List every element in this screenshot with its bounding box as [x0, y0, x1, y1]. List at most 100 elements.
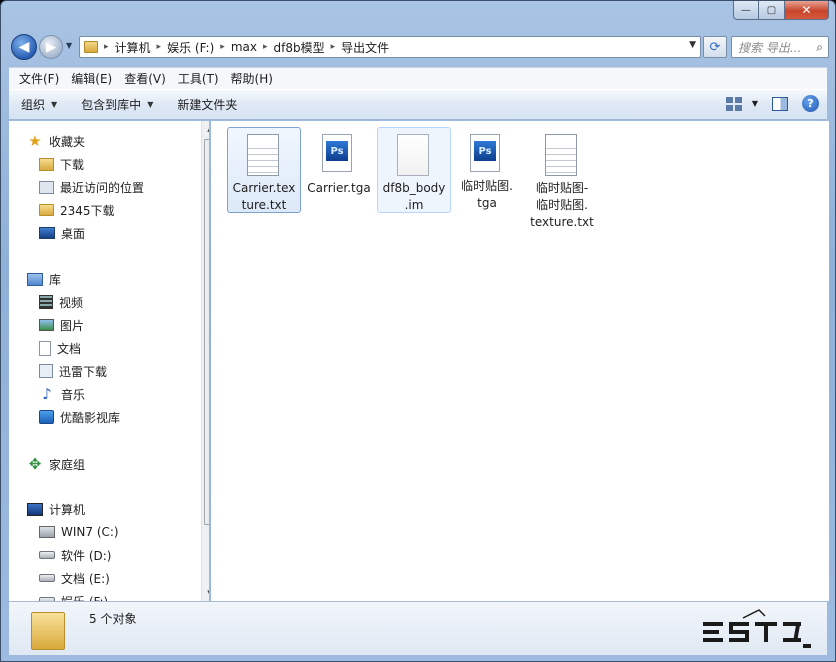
caption-buttons: — ▢ ✕ — [733, 1, 829, 21]
close-button[interactable]: ✕ — [785, 1, 829, 20]
file-name: df8b_body .im — [382, 181, 446, 212]
back-button[interactable]: ◀ — [11, 34, 37, 60]
recent-pages-dropdown[interactable]: ▼ — [66, 41, 72, 50]
refresh-button[interactable]: ⟳ — [703, 36, 727, 58]
sidebar-item-recent-places[interactable]: 最近访问的位置 — [39, 177, 144, 197]
sidebar-item-label: 文档 — [57, 341, 82, 356]
forward-button[interactable]: ▶ — [39, 35, 63, 59]
sidebar-item-label: 计算机 — [49, 502, 86, 517]
file-name: 临时贴图. tga — [461, 179, 513, 210]
menu-tools[interactable]: 工具(T) — [172, 70, 225, 87]
navigation-row: ◀ ▶ ▼ ▸ 计算机 ▸ 娱乐 (F:) ▸ max ▸ df8b模型 ▸ 导… — [9, 31, 829, 63]
grip-icon: ≡ — [208, 336, 209, 345]
file-item-carrier-texture-txt[interactable]: Carrier.tex ture.txt — [227, 127, 301, 213]
address-bar[interactable]: ▸ 计算机 ▸ 娱乐 (F:) ▸ max ▸ df8b模型 ▸ 导出文件 ▼ — [79, 36, 701, 58]
sidebar-item-downloads[interactable]: 下载 — [39, 154, 84, 174]
sidebar-item-computer[interactable]: 计算机 — [27, 499, 85, 519]
sidebar-item-desktop[interactable]: 桌面 — [39, 223, 85, 243]
breadcrumb-model[interactable]: df8b模型 — [270, 39, 329, 56]
photoshop-file-icon: Ps — [470, 134, 504, 174]
search-input[interactable]: 搜索 导出... ⌕ — [731, 36, 829, 58]
video-icon — [39, 295, 53, 309]
blank-file-icon — [397, 134, 431, 176]
chevron-down-icon: ▼ — [147, 100, 154, 109]
preview-pane-button[interactable] — [772, 96, 788, 111]
sidebar-item-label: 桌面 — [61, 226, 86, 241]
organize-button[interactable]: 组织 ▼ — [9, 96, 69, 113]
explorer-window: — ▢ ✕ ◀ ▶ ▼ ▸ 计算机 ▸ 娱乐 (F:) ▸ max ▸ df8b… — [0, 0, 836, 662]
folder-icon — [39, 204, 54, 216]
command-bar: 组织 ▼ 包含到库中 ▼ 新建文件夹 ▼ ? — [9, 89, 827, 120]
sidebar-item-xunlei-downloads[interactable]: 迅雷下载 — [39, 361, 107, 381]
file-name: 临时贴图- 临时贴图. texture.txt — [530, 181, 594, 229]
sidebar-item-music[interactable]: ♪ 音乐 — [39, 384, 85, 404]
sidebar-item-youku-library[interactable]: 优酷影视库 — [39, 407, 120, 427]
scroll-up-arrow-icon[interactable]: ▲ — [202, 121, 209, 137]
breadcrumb-export[interactable]: 导出文件 — [337, 39, 393, 56]
chevron-down-icon: ▼ — [51, 100, 58, 109]
change-view-button[interactable]: ▼ — [725, 96, 758, 111]
breadcrumb-separator[interactable]: ▸ — [218, 42, 227, 52]
menu-view[interactable]: 查看(V) — [118, 70, 172, 87]
breadcrumb-separator[interactable]: ▸ — [102, 42, 111, 52]
file-item-temp-texture-txt[interactable]: 临时贴图- 临时贴图. texture.txt — [525, 127, 599, 231]
navigation-pane: ★ 收藏夹 下载 最近访问的位置 2345下载 桌面 库 视频 图片 文档 迅雷… — [9, 121, 209, 601]
sidebar-item-drive-d[interactable]: 软件 (D:) — [39, 545, 111, 565]
back-arrow-icon: ◀ — [18, 39, 30, 55]
breadcrumb-max[interactable]: max — [227, 40, 261, 54]
sidebar-item-label: 下载 — [60, 157, 85, 172]
new-folder-button[interactable]: 新建文件夹 — [165, 96, 249, 113]
include-in-library-button[interactable]: 包含到库中 ▼ — [69, 96, 165, 113]
file-item-carrier-tga[interactable]: Ps Carrier.tga — [302, 127, 376, 213]
sidebar-item-label: 最近访问的位置 — [60, 180, 145, 195]
sidebar-item-pictures[interactable]: 图片 — [39, 315, 84, 335]
file-item-temp-texture-tga[interactable]: Ps 临时贴图. tga — [450, 127, 524, 213]
homegroup-icon: ✥ — [28, 455, 42, 473]
sidebar-item-label: 娱乐 (F:) — [61, 593, 108, 602]
sidebar-item-label: 2345下载 — [60, 203, 115, 218]
sidebar-item-drive-c[interactable]: WIN7 (C:) — [39, 522, 119, 542]
breadcrumb-separator[interactable]: ▸ — [329, 42, 338, 52]
details-pane: 5 个对象 — [9, 601, 827, 655]
chevron-down-icon[interactable]: ▼ — [689, 40, 696, 50]
maximize-button[interactable]: ▢ — [759, 1, 785, 20]
search-icon[interactable]: ⌕ — [816, 40, 823, 55]
scroll-down-arrow-icon[interactable]: ▼ — [202, 585, 209, 601]
drive-icon — [39, 551, 55, 559]
navigation-scrollbar[interactable]: ▲ ≡ ▼ — [201, 121, 209, 601]
sidebar-item-label: 优酷影视库 — [60, 410, 121, 425]
sidebar-item-favorites[interactable]: ★ 收藏夹 — [27, 131, 85, 151]
breadcrumb-separator[interactable]: ▸ — [155, 42, 164, 52]
menu-bar: 文件(F) 编辑(E) 查看(V) 工具(T) 帮助(H) — [9, 67, 827, 89]
star-icon: ★ — [28, 132, 42, 150]
breadcrumb-drive-f[interactable]: 娱乐 (F:) — [163, 39, 218, 56]
thunder-download-icon — [39, 364, 53, 378]
file-name: Carrier.tga — [307, 181, 371, 195]
sidebar-item-libraries[interactable]: 库 — [27, 269, 61, 289]
sidebar-item-label: 图片 — [60, 318, 85, 333]
menu-edit[interactable]: 编辑(E) — [65, 70, 118, 87]
chevron-down-icon[interactable]: ▼ — [752, 99, 758, 108]
text-file-icon — [545, 134, 579, 176]
sidebar-item-documents[interactable]: 文档 — [39, 338, 81, 358]
sidebar-item-videos[interactable]: 视频 — [39, 292, 83, 312]
minimize-button[interactable]: — — [733, 1, 759, 20]
sidebar-item-homegroup[interactable]: ✥ 家庭组 — [27, 454, 85, 474]
drive-icon — [39, 574, 55, 582]
help-icon[interactable]: ? — [802, 95, 819, 112]
sidebar-item-label: 视频 — [59, 295, 84, 310]
downloads-folder-icon — [39, 157, 54, 171]
breadcrumb-computer[interactable]: 计算机 — [111, 39, 155, 56]
scrollbar-thumb[interactable]: ≡ — [204, 139, 209, 525]
menu-help[interactable]: 帮助(H) — [225, 70, 279, 87]
breadcrumb-separator[interactable]: ▸ — [261, 42, 270, 52]
views-icon — [725, 96, 742, 111]
sidebar-item-drive-e[interactable]: 文档 (E:) — [39, 568, 110, 588]
sidebar-item-drive-f[interactable]: 娱乐 (F:) — [39, 591, 108, 601]
sidebar-item-2345-downloads[interactable]: 2345下载 — [39, 200, 115, 220]
folder-icon — [84, 41, 98, 53]
library-icon — [27, 272, 43, 286]
file-item-df8b-body-im[interactable]: df8b_body .im — [377, 127, 451, 213]
new-folder-label: 新建文件夹 — [177, 98, 238, 112]
menu-file[interactable]: 文件(F) — [13, 70, 65, 87]
